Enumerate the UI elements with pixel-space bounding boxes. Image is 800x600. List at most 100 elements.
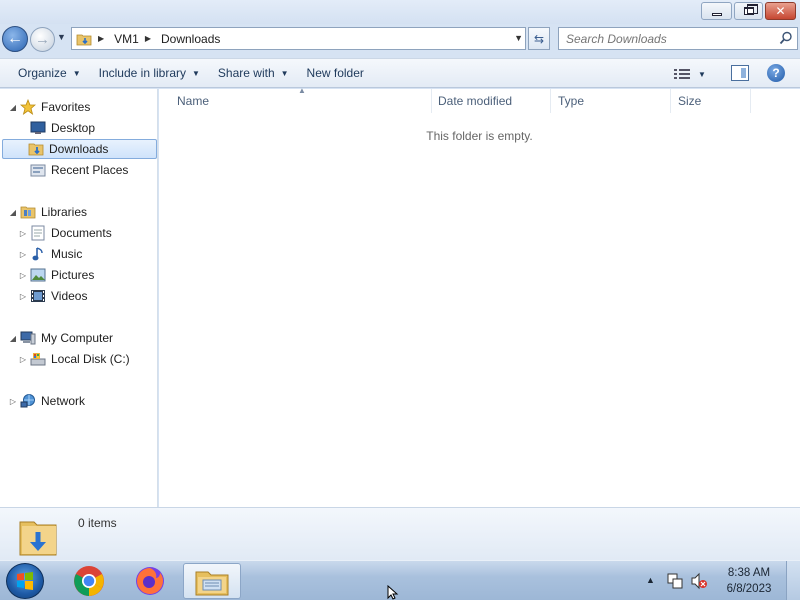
pictures-icon (30, 267, 46, 283)
expand-arrow-icon[interactable]: ▷ (8, 397, 18, 406)
search-icon[interactable] (779, 31, 793, 48)
mouse-cursor-icon (387, 585, 399, 600)
tree-my-computer[interactable]: ◢ My Computer (8, 328, 113, 348)
title-bar[interactable]: ✕ (0, 0, 800, 24)
tree-item-desktop[interactable]: Desktop (28, 118, 95, 138)
tree-item-downloads[interactable]: Downloads (2, 139, 157, 159)
tree-libraries-label: Libraries (41, 205, 88, 219)
view-details-icon (674, 69, 690, 79)
close-button[interactable]: ✕ (765, 2, 796, 20)
recent-pages-dropdown[interactable]: ▼ (57, 32, 66, 42)
address-bar[interactable]: ▶ VM1 ▶ Downloads ▼ (71, 27, 526, 50)
taskbar-windows-explorer[interactable] (183, 563, 241, 599)
restore-icon (743, 4, 758, 15)
start-button[interactable] (6, 563, 44, 599)
show-desktop-button[interactable] (786, 561, 800, 600)
column-header-name[interactable]: Name (171, 89, 432, 113)
search-input[interactable] (566, 31, 766, 46)
volume-muted-icon[interactable] (690, 572, 708, 593)
collapse-arrow-icon[interactable]: ◢ (8, 334, 18, 343)
minimize-button[interactable] (701, 2, 732, 20)
close-icon: ✕ (775, 4, 786, 18)
expand-arrow-icon[interactable]: ▷ (18, 250, 28, 259)
details-pane: 0 items (0, 507, 800, 560)
music-icon (30, 246, 46, 262)
column-header-type[interactable]: Type (552, 89, 671, 113)
tree-favorites-label: Favorites (41, 100, 91, 114)
tree-item-local-disk-label: Local Disk (C:) (51, 352, 130, 366)
clock-time: 8:38 AM (727, 567, 771, 579)
tree-item-documents[interactable]: ▷ Documents (18, 223, 112, 243)
downloads-folder-large-icon (18, 514, 58, 561)
maximize-button[interactable] (734, 2, 763, 20)
back-arrow-icon: ← (7, 30, 23, 47)
tree-network[interactable]: ▷ Network (8, 391, 85, 411)
back-button[interactable]: ← (2, 26, 28, 52)
tree-libraries[interactable]: ◢ Libraries (8, 202, 87, 222)
tree-item-music[interactable]: ▷ Music (18, 244, 82, 264)
explorer-icon (195, 571, 229, 596)
tree-item-pictures[interactable]: ▷ Pictures (18, 265, 94, 285)
libraries-icon (20, 204, 36, 220)
taskbar-chrome[interactable] (60, 563, 118, 599)
tree-item-videos[interactable]: ▷ Videos (18, 286, 88, 306)
refresh-button[interactable]: ⇆ (528, 27, 550, 50)
breadcrumb-separator-icon[interactable]: ▶ (96, 34, 110, 43)
share-with-button[interactable]: Share with ▼ (209, 61, 298, 85)
show-hidden-icons-button[interactable]: ▲ (646, 575, 655, 585)
favorites-star-icon (20, 99, 36, 115)
taskbar-firefox[interactable] (121, 563, 179, 599)
include-in-library-label: Include in library (98, 66, 186, 80)
tree-my-computer-label: My Computer (41, 331, 114, 345)
chevron-down-icon: ▼ (280, 68, 289, 78)
column-header-date-modified[interactable]: Date modified (432, 89, 551, 113)
help-button[interactable]: ? (767, 64, 785, 82)
recent-places-icon (30, 162, 46, 178)
include-in-library-button[interactable]: Include in library ▼ (90, 61, 209, 85)
tree-favorites[interactable]: ◢ Favorites (8, 97, 90, 117)
collapse-arrow-icon[interactable]: ◢ (8, 208, 18, 217)
tree-item-desktop-label: Desktop (51, 121, 96, 135)
expand-arrow-icon[interactable]: ▷ (18, 292, 28, 301)
share-with-label: Share with (217, 66, 275, 80)
change-view-button[interactable]: ▼ (674, 63, 706, 85)
expand-arrow-icon[interactable]: ▷ (18, 271, 28, 280)
downloads-folder-icon (28, 141, 44, 157)
empty-folder-message: This folder is empty. (426, 129, 533, 143)
column-size-label: Size (678, 94, 702, 108)
breadcrumb-separator-icon[interactable]: ▶ (143, 34, 157, 43)
organize-label: Organize (18, 66, 67, 80)
column-name-label: Name (177, 94, 210, 108)
organize-button[interactable]: Organize ▼ (9, 61, 90, 85)
tree-item-recent-places[interactable]: Recent Places (28, 160, 128, 180)
tree-item-local-disk[interactable]: ▷ Local Disk (C:) (18, 349, 130, 369)
file-list[interactable]: ▲ Name Date modified Type Size This fold… (159, 86, 800, 507)
taskbar: ▲ 8:38 AM 6/8/2023 (0, 560, 800, 600)
chevron-down-icon: ▼ (698, 69, 706, 79)
windows-logo-icon (17, 572, 33, 590)
column-header-size[interactable]: Size (672, 89, 751, 113)
videos-icon (30, 288, 46, 304)
preview-pane-button[interactable] (731, 65, 749, 81)
breadcrumb-vm1[interactable]: VM1 (110, 28, 143, 49)
system-clock[interactable]: 8:38 AM 6/8/2023 (718, 565, 780, 597)
tree-item-documents-label: Documents (51, 226, 112, 240)
address-history-dropdown[interactable]: ▼ (514, 33, 523, 43)
column-headers: ▲ Name Date modified Type Size (159, 86, 800, 113)
help-icon: ? (772, 66, 780, 80)
forward-button[interactable]: → (30, 27, 55, 52)
tree-item-videos-label: Videos (51, 289, 88, 303)
refresh-icon: ⇆ (533, 31, 545, 46)
item-count: 0 items (78, 516, 117, 530)
tree-item-recent-places-label: Recent Places (51, 163, 129, 177)
new-folder-button[interactable]: New folder (298, 61, 373, 85)
documents-icon (30, 225, 46, 241)
expand-arrow-icon[interactable]: ▷ (18, 229, 28, 238)
search-box[interactable] (558, 27, 798, 50)
expand-arrow-icon[interactable]: ▷ (18, 355, 28, 364)
column-date-label: Date modified (438, 94, 513, 108)
minimize-icon (711, 12, 722, 16)
network-tray-icon[interactable] (666, 572, 684, 593)
collapse-arrow-icon[interactable]: ◢ (8, 103, 18, 112)
breadcrumb-downloads[interactable]: Downloads (157, 28, 224, 49)
